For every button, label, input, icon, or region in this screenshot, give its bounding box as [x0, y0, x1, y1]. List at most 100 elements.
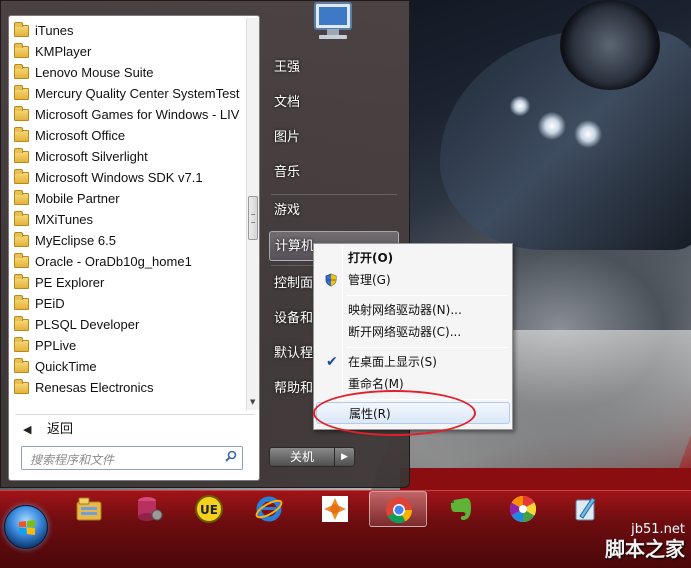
search-input[interactable]: 搜索程序和文件 [21, 446, 243, 470]
ultraedit-icon: UE [195, 495, 223, 523]
program-label: PE Explorer [35, 275, 105, 290]
tool-icon [322, 496, 348, 522]
wallpaper-red-strip [400, 468, 691, 490]
context-item-label: 在桌面上显示(S) [348, 355, 437, 369]
program-label: MyEclipse 6.5 [35, 233, 116, 248]
program-label: PPLive [35, 338, 77, 353]
back-button[interactable]: ◀ 返回 [17, 418, 247, 442]
watermark-name: 脚本之家 [605, 537, 685, 561]
context-item-open[interactable]: 打开(O) [316, 247, 510, 269]
user-picture-icon[interactable] [301, 1, 363, 43]
program-label: iTunes [35, 23, 74, 38]
program-label: MXiTunes [35, 212, 94, 227]
search-placeholder: 搜索程序和文件 [30, 453, 115, 467]
divider [15, 414, 255, 415]
program-item[interactable]: Microsoft Games for Windows - LIV [9, 104, 245, 125]
shutdown-options-button[interactable]: ▶ [335, 447, 355, 467]
folder-icon [14, 232, 29, 247]
taskbar-ultraedit[interactable]: UE [180, 491, 238, 527]
folder-icon [14, 106, 29, 121]
program-item[interactable]: iTunes [9, 20, 245, 41]
program-item[interactable]: MyEclipse 6.5 [9, 230, 245, 251]
scroll-down-arrow-icon[interactable]: ▼ [250, 398, 255, 406]
taskbar-color-app[interactable] [494, 491, 552, 527]
back-label: 返回 [47, 422, 74, 437]
wallpaper-headlight [510, 96, 530, 116]
program-item[interactable]: Lenovo Mouse Suite [9, 62, 245, 83]
program-item[interactable]: Microsoft Office [9, 125, 245, 146]
program-item[interactable]: Oracle - OraDb10g_home1 [9, 251, 245, 272]
program-item[interactable]: Renesas Electronics [9, 377, 245, 398]
folder-icon [14, 274, 29, 289]
menu-item-user[interactable]: 王强 [269, 53, 399, 83]
menu-item-documents[interactable]: 文档 [269, 88, 399, 118]
menu-item-label: 音乐 [274, 165, 301, 180]
folder-icon [14, 169, 29, 184]
menu-item-music[interactable]: 音乐 [269, 158, 399, 188]
context-item-manage[interactable]: 管理(G) [316, 269, 510, 291]
context-item-label: 断开网络驱动器(C)... [348, 325, 462, 339]
menu-item-label: 王强 [274, 60, 301, 75]
program-item[interactable]: PLSQL Developer [9, 314, 245, 335]
internet-explorer-icon [255, 496, 283, 522]
menu-item-games[interactable]: 游戏 [269, 196, 399, 226]
context-item-label: 映射网络驱动器(N)... [348, 303, 462, 317]
menu-item-label: 计算机 [275, 239, 315, 254]
taskbar-database[interactable] [120, 491, 178, 527]
program-item[interactable]: KMPlayer [9, 41, 245, 62]
context-item-disconnect-drive[interactable]: 断开网络驱动器(C)... [316, 321, 510, 343]
context-item-map-drive[interactable]: 映射网络驱动器(N)... [316, 299, 510, 321]
taskbar-internet-explorer[interactable] [240, 491, 298, 527]
program-item[interactable]: MXiTunes [9, 209, 245, 230]
folder-icon [14, 211, 29, 226]
start-button[interactable] [4, 505, 48, 549]
program-item[interactable]: Mobile Partner [9, 188, 245, 209]
taskbar-evernote[interactable] [432, 491, 490, 527]
program-item[interactable]: Mercury Quality Center SystemTest [9, 83, 245, 104]
program-item[interactable]: Microsoft Windows SDK v7.1 [9, 167, 245, 188]
program-item[interactable]: PE Explorer [9, 272, 245, 293]
program-label: Microsoft Silverlight [35, 149, 148, 164]
taskbar-chrome[interactable] [369, 491, 427, 527]
windows-logo-icon [19, 520, 35, 535]
scrollbar-thumb[interactable] [248, 196, 258, 240]
folder-icon [14, 295, 29, 310]
shutdown-button[interactable]: 关机 [269, 447, 335, 467]
evernote-icon [451, 498, 471, 520]
wallpaper-headlight [574, 120, 602, 148]
context-item-show-on-desktop[interactable]: ✔ 在桌面上显示(S) [316, 351, 510, 373]
menu-separator [346, 347, 508, 348]
program-label: QuickTime [35, 359, 97, 374]
context-item-label: 管理(G) [348, 273, 391, 287]
program-item[interactable]: PEiD [9, 293, 245, 314]
program-label: KMPlayer [35, 44, 92, 59]
menu-separator [346, 295, 508, 296]
back-arrow-icon: ◀ [23, 423, 32, 436]
wallpaper-wheel [560, 0, 660, 90]
watermark-url: jb51.net [631, 522, 685, 537]
folder-icon [14, 358, 29, 373]
highlight-annotation-ellipse [313, 390, 476, 436]
program-label: Mercury Quality Center SystemTest [35, 86, 240, 101]
program-item[interactable]: Microsoft Silverlight [9, 146, 245, 167]
folder-icon [14, 22, 29, 37]
database-icon [138, 497, 163, 521]
menu-item-label: 图片 [274, 130, 301, 145]
program-label: PLSQL Developer [35, 317, 140, 332]
search-icon[interactable] [225, 450, 237, 462]
svg-text:UE: UE [200, 503, 218, 517]
taskbar-tool[interactable] [306, 491, 364, 527]
program-list-scrollbar[interactable]: ▼ [246, 18, 259, 410]
folder-icon [14, 127, 29, 142]
taskbar-file-explorer[interactable] [60, 491, 118, 527]
menu-item-pictures[interactable]: 图片 [269, 123, 399, 153]
folder-icon [14, 316, 29, 331]
folder-icon [14, 64, 29, 79]
folder-icon [14, 85, 29, 100]
folder-icon [14, 337, 29, 352]
start-menu-left-pane: iTunes KMPlayer Lenovo Mouse Suite Mercu… [8, 15, 260, 481]
program-item[interactable]: QuickTime [9, 356, 245, 377]
chrome-icon [386, 497, 413, 524]
folder-icon [14, 148, 29, 163]
program-item[interactable]: PPLive [9, 335, 245, 356]
